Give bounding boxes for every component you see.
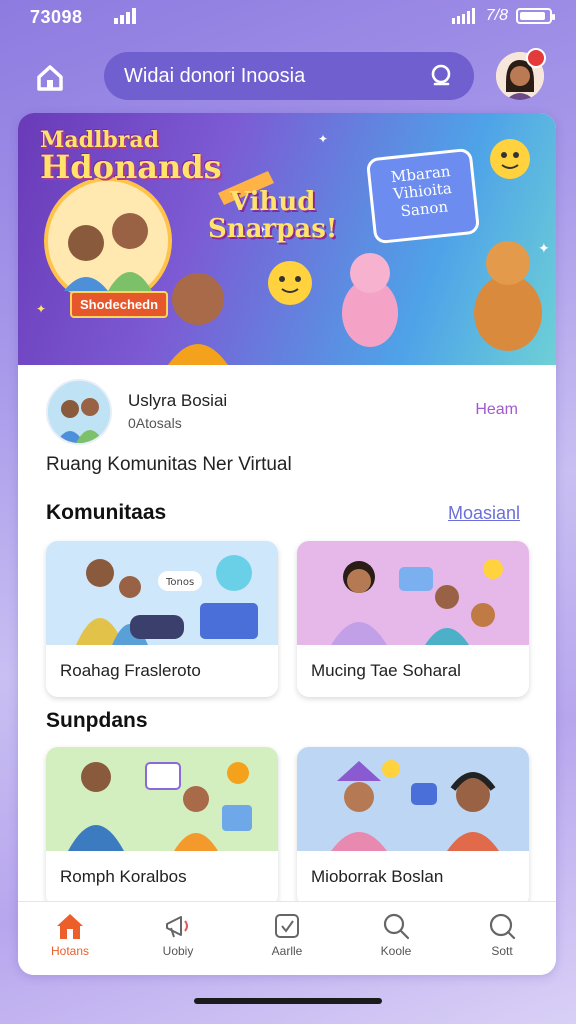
top-bar: Widai donori Inoosia xyxy=(0,44,576,108)
svg-text:✦: ✦ xyxy=(36,302,46,316)
nav-item-create[interactable]: Aarlle xyxy=(247,912,327,958)
home-indicator[interactable] xyxy=(194,998,382,1004)
nav-item-home[interactable]: Hotans xyxy=(30,912,110,958)
edit-box-icon xyxy=(275,914,299,938)
bottom-nav: Hotans Uobiy Aarlle Koole Sott xyxy=(18,901,556,975)
feature-tile-image xyxy=(297,747,529,851)
community-tagline: Ruang Komunitas Ner Virtual xyxy=(46,454,292,475)
banner-subtitle-line2: Snarpas! xyxy=(208,214,338,245)
home-outline-icon xyxy=(37,65,63,91)
nav-label: Koole xyxy=(380,944,412,958)
status-bar: 73098 7/8 xyxy=(0,0,576,36)
profile-row[interactable]: Uslyra Bosiai 0Atosals Heam xyxy=(18,375,556,447)
nav-label: Aarlle xyxy=(271,944,303,958)
section-title-komunitas: Komunitaas xyxy=(46,501,167,524)
nav-item-community[interactable]: Uobiy xyxy=(138,912,218,958)
nav-label: Uobiy xyxy=(162,944,194,958)
status-time: 73098 xyxy=(30,7,83,27)
search-icon xyxy=(383,913,410,940)
tile-label: Mucing Tae Soharal xyxy=(311,661,461,680)
feature-tile[interactable]: Mioborrak Boslan xyxy=(297,747,529,907)
svg-text:✦: ✦ xyxy=(318,132,328,146)
cell-signal-icon xyxy=(451,8,475,24)
search-bar[interactable]: Widai donori Inoosia xyxy=(104,52,474,100)
nav-label: Hotans xyxy=(50,944,90,958)
search-alt-icon xyxy=(489,913,516,940)
megaphone-icon xyxy=(166,916,188,938)
nav-label: Sott xyxy=(491,944,513,958)
svg-text:✦: ✦ xyxy=(538,241,550,257)
profile-name: Uslyra Bosiai xyxy=(128,391,228,410)
profile-avatar-image xyxy=(48,381,110,443)
community-tile-image xyxy=(297,541,529,645)
tile-label: Romph Koralbos xyxy=(60,867,187,886)
section-link-komunitas[interactable]: Moasianl xyxy=(448,503,520,524)
community-tile[interactable]: Mucing Tae Soharal xyxy=(297,541,529,697)
banner-subtitle-line1: Vihud xyxy=(229,187,316,217)
hero-banner[interactable]: ✦ ✦ ✦ ✦ Madlbrad Hdonands Vihud Snarpas!… xyxy=(18,113,556,365)
search-icon[interactable] xyxy=(428,62,456,90)
home-button[interactable] xyxy=(32,60,68,96)
profile-link[interactable]: Heam xyxy=(475,401,518,419)
tile-label: Mioborrak Boslan xyxy=(311,867,444,886)
banner-tag: Shodechedn xyxy=(70,291,169,318)
speech-bubble: Mbaran Vihioita Sanon xyxy=(365,147,481,245)
main-card: ✦ ✦ ✦ ✦ Madlbrad Hdonands Vihud Snarpas!… xyxy=(18,113,556,975)
network-indicator: 7/8 xyxy=(485,7,508,24)
banner-subtitle: Vihud Snarpas! xyxy=(208,187,338,245)
notification-badge[interactable] xyxy=(526,48,546,68)
tile-label: Roahag Frasleroto xyxy=(60,661,201,680)
search-input[interactable]: Widai donori Inoosia xyxy=(124,65,305,88)
section-title-sunpdans: Sunpdans xyxy=(46,709,148,732)
nav-item-sort[interactable]: Sott xyxy=(462,912,542,958)
home-icon xyxy=(57,914,83,939)
battery-icon xyxy=(516,8,555,24)
tile-badge: Tonos xyxy=(165,577,194,588)
banner-title-line2: Hdonands xyxy=(40,148,222,186)
nav-item-search[interactable]: Koole xyxy=(356,912,436,958)
feature-tile-image xyxy=(46,747,278,851)
community-tile-image: Tonos xyxy=(46,541,278,645)
signal-icon xyxy=(114,8,136,24)
banner-title: Madlbrad Hdonands xyxy=(40,129,222,183)
feature-tile[interactable]: Romph Koralbos xyxy=(46,747,278,907)
profile-avatar[interactable] xyxy=(46,379,112,445)
profile-subtitle: 0Atosals xyxy=(128,415,182,431)
community-tile[interactable]: Tonos Roahag Frasleroto xyxy=(46,541,278,697)
